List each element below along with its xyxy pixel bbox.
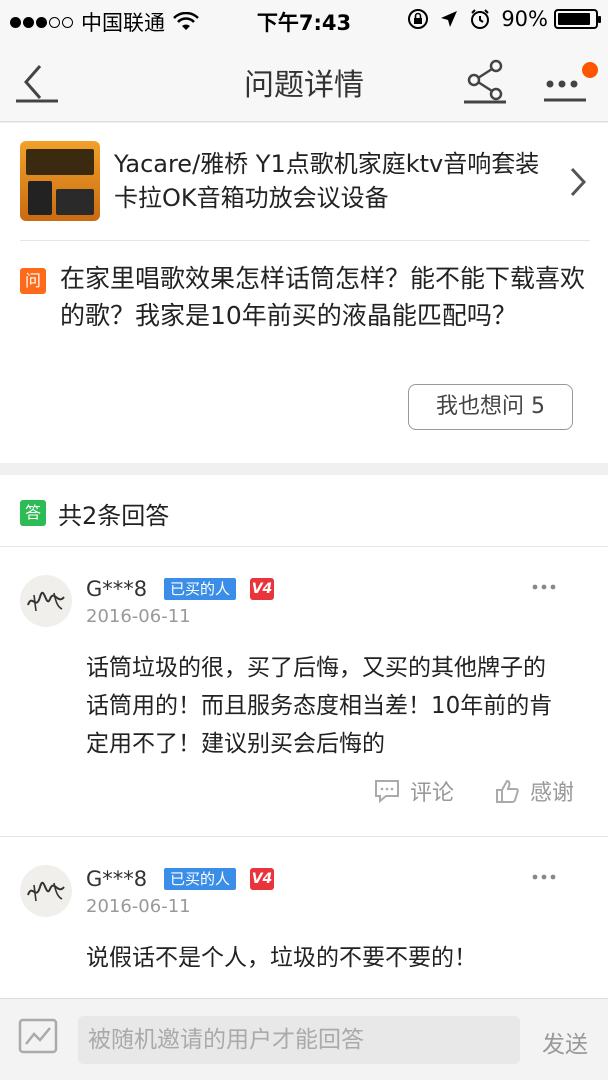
thanks-label: 感谢 [530,781,575,806]
level-badge: V4 [250,868,274,890]
nav-bar: 问题详情 [0,40,608,122]
page-title: 问题详情 [244,68,364,103]
status-bar: 中国联通 下午7:43 90% [0,0,608,40]
level-badge: V4 [250,578,274,600]
question-section: Yacare/雅桥 Y1点歌机家庭ktv音响套装卡拉OK音箱功放会议设备 问 在… [0,123,608,463]
product-row[interactable]: Yacare/雅桥 Y1点歌机家庭ktv音响套装卡拉OK音箱功放会议设备 [20,141,590,241]
buyer-tag: 已买的人 [164,868,237,890]
more-options-icon[interactable] [531,873,557,881]
answer-item: G***8 已买的人 V4 2016-06-11 说假话不是个人，垃圾的不要不要… [0,837,608,997]
answer-username: G***8 [86,577,148,601]
answer-text: 话筒垃圾的很，买了后悔，又买的其他牌子的话筒用的！而且服务态度相当差！10年前的… [86,655,553,757]
answer-input-bar: 发送 [0,998,608,1080]
avatar[interactable] [20,575,72,627]
thanks-button[interactable]: 感谢 [494,775,574,807]
also-ask-button[interactable]: 我也想问 5 [408,384,573,430]
answer-text: 说假话不是个人，垃圾的不要不要的！ [86,945,477,971]
signature-avatar-icon [27,591,65,612]
answer-badge: 答 [20,500,46,526]
battery-percent: 90% [501,7,548,31]
product-thumbnail [20,141,100,221]
comment-icon [375,780,399,803]
answer-input[interactable] [78,1016,520,1064]
answer-count: 共2条回答 [58,502,170,530]
product-title: Yacare/雅桥 Y1点歌机家庭ktv音响套装卡拉OK音箱功放会议设备 [114,150,540,212]
notification-dot [582,62,598,78]
answer-username: G***8 [86,867,148,891]
status-right: 90% [407,7,601,31]
more-options-icon[interactable] [531,583,557,591]
question-badge: 问 [20,268,46,294]
question-text: 在家里唱歌效果怎样话筒怎样？能不能下载喜欢的歌？我家是10年前买的液晶能匹配吗？ [60,264,586,330]
buyer-tag: 已买的人 [164,578,237,600]
battery-icon [554,9,601,29]
comment-label: 评论 [410,781,455,806]
comment-button[interactable]: 评论 [374,775,454,807]
answer-date: 2016-06-11 [86,896,191,917]
share-icon[interactable] [462,58,508,104]
send-button[interactable]: 发送 [542,1025,588,1059]
answer-date: 2016-06-11 [86,606,191,627]
chevron-right-icon [570,167,587,197]
thanks-icon [496,779,519,803]
location-arrow-icon [441,11,458,27]
signature-avatar-icon [27,881,65,902]
answers-section: 答 共2条回答 G***8 已买的人 V4 2016-06-11 话筒垃圾的很，… [0,475,608,1080]
answers-header: 答 共2条回答 [0,475,608,547]
avatar[interactable] [20,865,72,917]
alarm-icon [471,9,490,29]
answer-item: G***8 已买的人 V4 2016-06-11 话筒垃圾的很，买了后悔，又买的… [0,547,608,837]
chart-icon[interactable] [18,1018,58,1054]
rotation-lock-icon [408,9,429,29]
